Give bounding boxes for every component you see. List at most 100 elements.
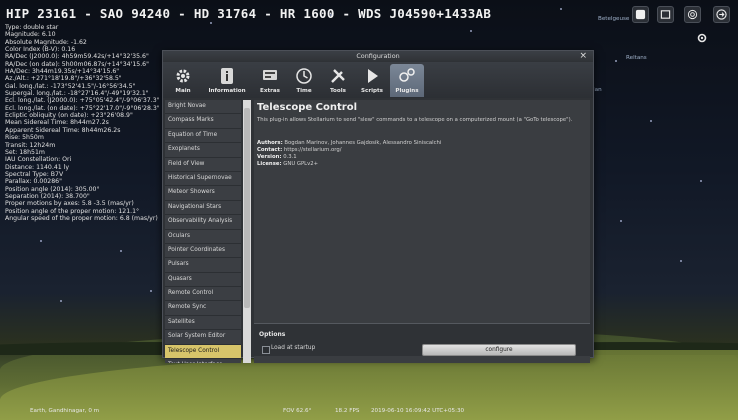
- target-button[interactable]: [684, 6, 701, 23]
- extras-icon: [263, 70, 277, 80]
- tools-icon: [331, 69, 345, 83]
- plugin-list-item[interactable]: Bright Novae: [165, 100, 241, 115]
- status-datetime[interactable]: 2019-06-10 16:09:42 UTC+05:30: [371, 408, 464, 414]
- license-value: GNU GPLv2+: [283, 161, 319, 167]
- tab-label: Time: [296, 88, 312, 94]
- version-label: Version:: [257, 154, 282, 160]
- info-line: Transit: 12h24m: [5, 141, 56, 149]
- load-at-startup-label[interactable]: Load at startup: [271, 345, 315, 351]
- play-icon: [368, 69, 378, 83]
- plugin-list-item[interactable]: Observability Analysis: [165, 215, 241, 230]
- tab-label: Tools: [329, 88, 346, 94]
- tab-main[interactable]: Main: [166, 64, 200, 97]
- plugin-list-scrollbar[interactable]: [243, 100, 251, 363]
- plugin-list-item[interactable]: Text User Interface: [165, 359, 241, 363]
- plugin-authors: Authors: Bogdan Marinov, Johannes Gajdos…: [257, 140, 441, 146]
- options-title: Options: [259, 331, 286, 338]
- gear-icon[interactable]: [696, 32, 708, 44]
- version-value: 0.3.1: [283, 154, 297, 160]
- status-location[interactable]: Earth, Gandhinagar, 0 m: [30, 408, 99, 414]
- info-line: Ecl. long./lat. (J2000.0): +75°05'42.4"/…: [5, 97, 160, 105]
- sky-label-reltans[interactable]: Reltans: [626, 55, 647, 61]
- gears-icon: [176, 69, 190, 83]
- info-line: Color Index (B-V): 0.16: [5, 46, 76, 54]
- exit-icon: [716, 9, 727, 20]
- info-line: Absolute Magnitude: -1.62: [5, 38, 87, 46]
- info-line: HA/Dec: 3h44m19.35s/+14°34'15.6": [5, 68, 120, 76]
- exit-button[interactable]: [713, 6, 730, 23]
- info-line: Proper motions by axes: 5.8 -3.5 (mas/yr…: [5, 200, 134, 208]
- plugin-list-item[interactable]: Historical Supernovae: [165, 171, 241, 187]
- plugin-list-item[interactable]: Field of View: [165, 157, 241, 172]
- contact-label: Contact:: [257, 147, 283, 153]
- info-line: Distance: 1140.41 ly: [5, 163, 70, 171]
- configuration-dialog: Configuration × Main Information Extras …: [162, 50, 594, 363]
- tab-label: Extras: [260, 88, 280, 94]
- tab-extras[interactable]: Extras: [253, 64, 287, 97]
- plugin-list-item[interactable]: Pointer Coordinates: [165, 243, 241, 259]
- plugin-list-item[interactable]: Telescope Control: [165, 344, 241, 360]
- plugin-title: Telescope Control: [257, 102, 357, 113]
- scrollbar-thumb[interactable]: [244, 108, 250, 308]
- plugin-version: Version: 0.3.1: [257, 154, 297, 160]
- plugin-list-item[interactable]: Remote Sync: [165, 301, 241, 316]
- plugin-list-item[interactable]: Solar System Editor: [165, 330, 241, 345]
- info-line: RA/Dec (on date): 5h00m06.87s/+14°34'15.…: [5, 60, 149, 68]
- authors-label: Authors:: [257, 140, 283, 146]
- info-line: Gal. long./lat.: -173°52'41.5"/-16°56'34…: [5, 82, 136, 90]
- tab-scripts[interactable]: Scripts: [355, 64, 389, 97]
- info-line: Magnitude: 6.10: [5, 31, 56, 39]
- info-line: Separation (2014): 38.700": [5, 192, 90, 200]
- close-icon[interactable]: ×: [579, 51, 587, 62]
- plugin-list-item[interactable]: Equation of Time: [165, 128, 241, 144]
- info-line: Rise: 5h50m: [5, 134, 44, 142]
- plugin-list-item[interactable]: Compass Marks: [165, 114, 241, 129]
- window-button[interactable]: [657, 6, 674, 23]
- contact-link[interactable]: https://stellarium.org/: [284, 147, 342, 153]
- authors-value: Bogdan Marinov, Johannes Gajdosik, Aless…: [284, 140, 442, 146]
- plugin-contact: Contact: https://stellarium.org/: [257, 147, 341, 153]
- info-line: Mean Sidereal Time: 8h44m27.2s: [5, 119, 109, 127]
- plugin-description: This plug-in allows Stellarium to send "…: [257, 117, 573, 123]
- tab-label: Plugins: [395, 88, 419, 94]
- status-fov: FOV 62.6°: [283, 408, 312, 414]
- plugin-list-item[interactable]: Quasars: [165, 272, 241, 288]
- info-line: Parallax: 0.00286": [5, 178, 62, 186]
- info-line: IAU Constellation: Ori: [5, 156, 72, 164]
- plugin-list-item[interactable]: Pulsars: [165, 258, 241, 273]
- info-line: Set: 18h51m: [5, 148, 45, 156]
- configure-button[interactable]: configure: [422, 344, 576, 356]
- status-fps: 18.2 FPS: [335, 408, 360, 414]
- tab-information[interactable]: Information: [207, 64, 247, 97]
- info-line: Ecliptic obliquity (on date): +23°26'08.…: [5, 112, 133, 120]
- license-label: License:: [257, 161, 282, 167]
- sky-label-betelgeuse[interactable]: Betelgeuse: [598, 16, 629, 22]
- dialog-title: Configuration: [163, 51, 593, 62]
- plugin-license: License: GNU GPLv2+: [257, 161, 318, 167]
- info-line: Position angle of the proper motion: 121…: [5, 207, 140, 215]
- target-icon: [687, 9, 698, 20]
- plugin-list-item[interactable]: Satellites: [165, 315, 241, 331]
- load-at-startup-checkbox[interactable]: [262, 346, 270, 354]
- status-bar: Earth, Gandhinagar, 0 m FOV 62.6° 18.2 F…: [0, 405, 738, 418]
- tab-time[interactable]: Time: [287, 64, 321, 97]
- info-line: Az./Alt.: +271°18'19.8"/+36°32'58.5": [5, 75, 122, 83]
- plugin-list-item[interactable]: Navigational Stars: [165, 200, 241, 216]
- plugin-list-item[interactable]: Exoplanets: [165, 143, 241, 158]
- monitor-icon: [635, 9, 646, 20]
- fullscreen-button[interactable]: [632, 6, 649, 23]
- plugins-icon: [399, 68, 415, 82]
- info-icon: [221, 68, 233, 84]
- plugin-list-item[interactable]: Meteor Showers: [165, 186, 241, 201]
- sky-label-jan[interactable]: Jan: [593, 87, 602, 93]
- tab-label: Scripts: [360, 88, 384, 94]
- plugin-list-item[interactable]: Remote Control: [165, 287, 241, 302]
- tab-tools[interactable]: Tools: [321, 64, 355, 97]
- tab-label: Information: [208, 88, 246, 94]
- tab-label: Main: [175, 88, 191, 94]
- object-title: HIP 23161 - SAO 94240 - HD 31764 - HR 16…: [6, 6, 492, 21]
- object-info: Type: double star Magnitude: 6.10 Absolute…: [5, 24, 175, 222]
- clock-icon: [296, 68, 312, 84]
- plugin-list-item[interactable]: Oculars: [165, 229, 241, 244]
- tab-plugins[interactable]: Plugins: [390, 64, 424, 97]
